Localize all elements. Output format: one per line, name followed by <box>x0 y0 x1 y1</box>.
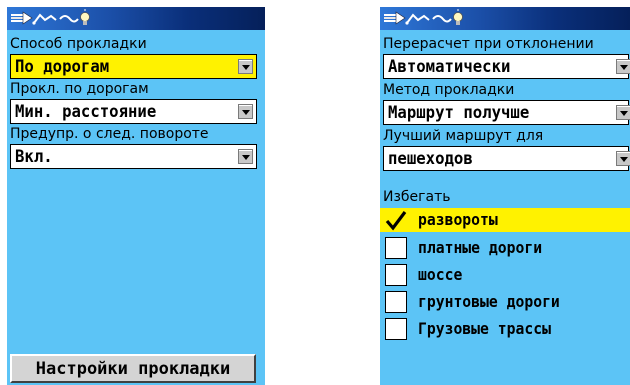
chevron-down-icon[interactable] <box>616 59 630 74</box>
chevron-down-icon[interactable] <box>238 59 253 74</box>
routing-settings-button[interactable]: Настройки прокладки <box>10 354 256 383</box>
turn-warning-dropdown[interactable]: Вкл. <box>10 144 257 169</box>
route-icon <box>32 13 57 25</box>
avoid-item-highways[interactable]: шоссе <box>380 263 630 287</box>
route-method-dropdown[interactable]: Маршрут получше <box>383 100 630 125</box>
routing-settings-button-label: Настройки прокладки <box>35 359 231 379</box>
route-method-label: Метод прокладки <box>383 82 515 98</box>
avoid-item-u-turns[interactable]: развороты <box>380 208 630 232</box>
avoid-item-truck-routes[interactable]: Грузовые трассы <box>380 317 630 341</box>
turn-warning-value: Вкл. <box>15 147 53 167</box>
checkbox[interactable] <box>385 237 407 259</box>
best-route-value: пешеходов <box>388 149 473 169</box>
pointer-icon <box>384 11 406 25</box>
chevron-down-icon[interactable] <box>616 151 630 166</box>
route-icon <box>405 13 430 25</box>
best-route-dropdown[interactable]: пешеходов <box>383 146 630 171</box>
route-method-dropdown[interactable]: По дорогам <box>10 54 257 79</box>
route-method-value: По дорогам <box>15 57 110 77</box>
checkbox[interactable] <box>385 264 407 286</box>
routing-settings-screen: Способ прокладки По дорогам Прокл. по до… <box>7 7 265 385</box>
titlebar-icons <box>384 9 463 25</box>
lightbulb-icon <box>453 9 463 25</box>
road-routing-dropdown[interactable]: Мин. расстояние <box>10 99 257 124</box>
recalc-value: Автоматически <box>388 57 511 77</box>
avoid-item-label: грунтовые дороги <box>418 292 560 311</box>
avoid-item-toll-roads[interactable]: платные дороги <box>380 236 630 260</box>
best-route-label: Лучший маршрут для <box>383 128 544 144</box>
lightbulb-icon <box>80 9 90 25</box>
avoid-label: Избегать <box>383 189 451 205</box>
recalc-dropdown[interactable]: Автоматически <box>383 54 630 79</box>
checkmark-icon <box>385 211 407 231</box>
pointer-icon <box>11 11 33 25</box>
route-options-screen: Перерасчет при отклонении Автоматически … <box>380 7 630 385</box>
avoid-item-label: шоссе <box>418 265 463 284</box>
turn-warning-label: Предупр. о след. повороте <box>10 126 209 142</box>
route-method-value: Маршрут получше <box>388 103 530 123</box>
avoid-item-label: Грузовые трассы <box>418 319 551 338</box>
chevron-down-icon[interactable] <box>238 104 253 119</box>
chevron-down-icon[interactable] <box>616 105 630 120</box>
route-icon-2 <box>432 15 452 23</box>
avoid-item-unpaved-roads[interactable]: грунтовые дороги <box>380 290 630 314</box>
avoid-item-label: развороты <box>418 210 498 229</box>
chevron-down-icon[interactable] <box>238 149 253 164</box>
road-routing-label: Прокл. по дорогам <box>10 81 149 97</box>
road-routing-value: Мин. расстояние <box>15 102 157 122</box>
checkbox[interactable] <box>385 209 407 231</box>
title-bar <box>7 7 265 30</box>
checkbox[interactable] <box>385 291 407 313</box>
avoid-item-label: платные дороги <box>418 238 543 257</box>
recalc-label: Перерасчет при отклонении <box>383 36 594 52</box>
route-icon-2 <box>59 15 79 23</box>
route-method-label: Способ прокладки <box>10 36 147 52</box>
checkbox[interactable] <box>385 318 407 340</box>
titlebar-icons <box>11 9 90 25</box>
title-bar <box>380 7 630 30</box>
